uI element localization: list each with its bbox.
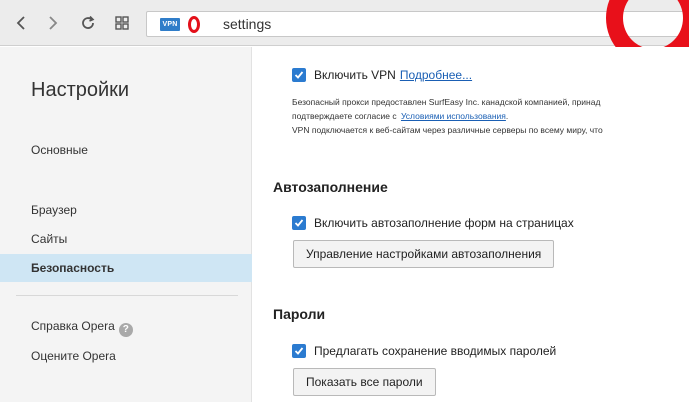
autofill-setting: Включить автозаполнение форм на страница… xyxy=(292,214,574,232)
speed-dial-button[interactable] xyxy=(110,11,134,35)
sidebar-item-label: Справка Opera xyxy=(31,319,115,333)
forward-button[interactable] xyxy=(41,11,65,35)
sidebar-item-basic[interactable]: Основные xyxy=(0,136,252,164)
sidebar-title: Настройки xyxy=(31,79,130,101)
sidebar-item-security[interactable]: Безопасность xyxy=(0,254,252,282)
browser-toolbar: VPN settings xyxy=(0,0,689,66)
vpn-checkbox[interactable] xyxy=(292,68,306,82)
url-text[interactable]: settings xyxy=(223,16,271,32)
sidebar-divider xyxy=(16,295,238,296)
back-button[interactable] xyxy=(9,11,33,35)
autofill-checkbox[interactable] xyxy=(292,216,306,230)
settings-sidebar: Настройки Основные Браузер Сайты Безопас… xyxy=(0,47,252,402)
autofill-label[interactable]: Включить автозаполнение форм на страница… xyxy=(314,216,574,230)
manage-autofill-button[interactable]: Управление настройками автозаполнения xyxy=(293,240,555,268)
passwords-label[interactable]: Предлагать сохранение вводимых паролей xyxy=(314,344,556,358)
settings-content: Включить VPN Подробнее... Безопасный про… xyxy=(253,47,689,402)
vpn-more-link[interactable]: Подробнее... xyxy=(400,68,472,82)
chevron-left-icon xyxy=(16,16,25,30)
vpn-description-line3: VPN подключается к веб-сайтам через разл… xyxy=(292,125,603,135)
terms-link[interactable]: Условиями использования xyxy=(401,111,506,121)
vpn-description-line1: Безопасный прокси предоставлен SurfEasy … xyxy=(292,97,601,107)
autofill-section-title: Автозаполнение xyxy=(273,179,388,195)
help-icon: ? xyxy=(118,323,133,337)
vpn-description-text: подтверждаете согласие с xyxy=(292,111,397,121)
checkmark-icon xyxy=(294,219,304,227)
passwords-checkbox[interactable] xyxy=(292,344,306,358)
sidebar-item-browser[interactable]: Браузер xyxy=(0,196,252,224)
opera-icon xyxy=(188,16,200,33)
checkmark-icon xyxy=(294,71,304,79)
sidebar-item-sites[interactable]: Сайты xyxy=(0,225,252,253)
vpn-setting: Включить VPN Подробнее... xyxy=(292,66,472,84)
passwords-section-title: Пароли xyxy=(273,306,326,322)
chevron-right-icon xyxy=(49,16,58,30)
reload-icon xyxy=(82,15,95,29)
vpn-description-line2: подтверждаете согласие с Условиями испол… xyxy=(292,111,508,121)
period: . xyxy=(505,111,509,121)
grid-icon xyxy=(115,16,129,30)
sidebar-item-rate[interactable]: Оцените Opera xyxy=(0,342,252,370)
checkmark-icon xyxy=(294,347,304,355)
vpn-label[interactable]: Включить VPN xyxy=(314,68,396,82)
sidebar-item-help[interactable]: Справка Opera? xyxy=(0,312,252,340)
vpn-badge[interactable]: VPN xyxy=(160,18,180,31)
reload-button[interactable] xyxy=(76,11,100,35)
passwords-setting: Предлагать сохранение вводимых паролей xyxy=(292,342,556,360)
show-passwords-button[interactable]: Показать все пароли xyxy=(293,368,436,396)
